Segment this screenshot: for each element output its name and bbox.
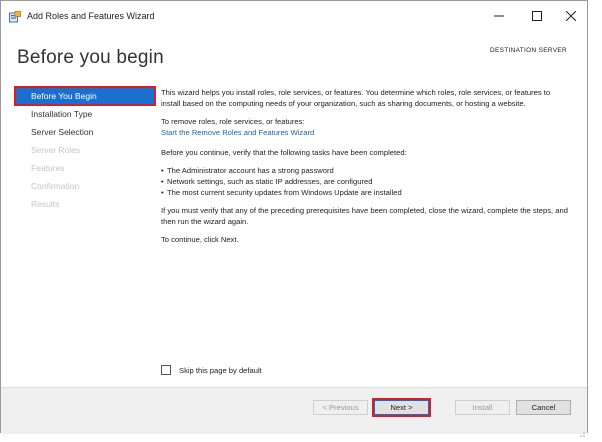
nav-item-server-selection[interactable]: Server Selection (15, 123, 155, 141)
minimize-icon (494, 15, 504, 17)
wizard-content: This wizard helps you install roles, rol… (161, 87, 571, 252)
intro-text: This wizard helps you install roles, rol… (161, 88, 551, 108)
nav-item-features: Features (31, 163, 65, 173)
verify-intro-text: Before you continue, verify that the fol… (161, 148, 407, 157)
continue-note-text: To continue, click Next. (161, 235, 239, 244)
remove-prompt-text: To remove roles, role services, or featu… (161, 117, 305, 126)
prerequisites-note-text: If you must verify that any of the prece… (161, 206, 568, 226)
wizard-step-nav: Before You Begin Installation Type Serve… (14, 86, 156, 213)
title-bar[interactable]: Add Roles and Features Wizard (1, 1, 587, 31)
nav-item-confirmation: Confirmation (31, 181, 80, 191)
maximize-button[interactable] (523, 5, 551, 27)
list-item: The most current security updates from W… (161, 187, 571, 198)
page-title: Before you begin (17, 47, 164, 68)
wizard-header: Before you begin DESTINATION SERVER (1, 31, 587, 81)
nav-item-installation-type[interactable]: Installation Type (15, 105, 155, 123)
maximize-icon (532, 11, 542, 21)
nav-item-server-roles: Server Roles (31, 145, 81, 155)
nav-item-before-you-begin[interactable]: Before You Begin (14, 86, 156, 106)
skip-page-label: Skip this page by default (179, 365, 262, 375)
wizard-window: Add Roles and Features Wizard Before you… (0, 0, 588, 437)
close-icon (566, 11, 576, 21)
prerequisite-list: The Administrator account has a strong p… (161, 165, 571, 198)
install-button[interactable]: Install (455, 400, 510, 415)
wizard-footer: < Previous Next > Install Cancel (1, 387, 587, 437)
skip-page-row[interactable]: Skip this page by default (161, 365, 262, 375)
window-title: Add Roles and Features Wizard (27, 11, 155, 21)
minimize-button[interactable] (485, 5, 513, 27)
next-button[interactable]: Next > (372, 398, 431, 417)
close-button[interactable] (557, 5, 585, 27)
resize-grip-icon[interactable] (577, 424, 585, 437)
remove-roles-wizard-link[interactable]: Start the Remove Roles and Features Wiza… (161, 128, 314, 137)
cancel-button[interactable]: Cancel (516, 400, 571, 415)
server-manager-app-icon (9, 10, 21, 23)
previous-button[interactable]: < Previous (313, 400, 368, 415)
skip-page-checkbox[interactable] (161, 365, 171, 375)
list-item: The Administrator account has a strong p… (161, 165, 571, 176)
destination-server-label: DESTINATION SERVER (489, 47, 567, 54)
list-item: Network settings, such as static IP addr… (161, 176, 571, 187)
nav-item-results: Results (31, 199, 60, 209)
